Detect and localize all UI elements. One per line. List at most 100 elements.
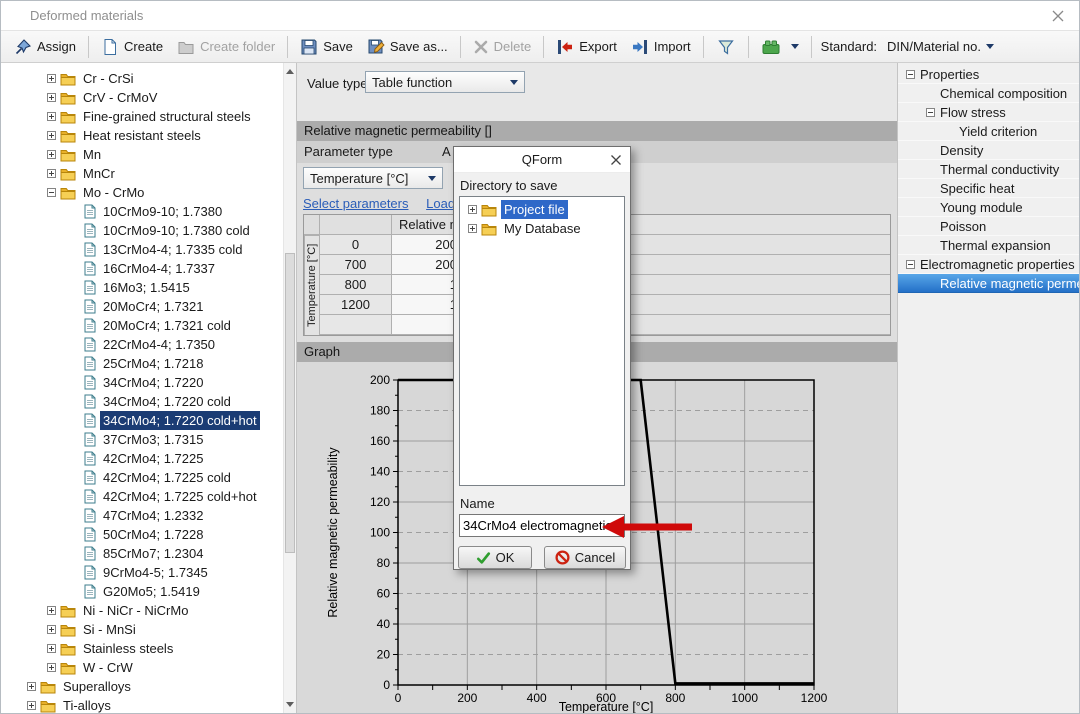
svg-text:80: 80 [377, 556, 391, 570]
tree-item-folder[interactable]: Heat resistant steels [1, 126, 296, 145]
create-folder-button[interactable]: Create folder [170, 35, 282, 59]
tree-item-material[interactable]: 42CrMo4; 1.7225 [1, 449, 296, 468]
expander-minus-icon[interactable] [906, 260, 915, 269]
property-item[interactable]: Chemical composition [898, 84, 1079, 103]
scroll-down-button[interactable] [284, 697, 296, 712]
expander-plus-icon[interactable] [47, 606, 56, 615]
save-button[interactable]: Save [293, 35, 360, 59]
property-item[interactable]: Electromagnetic properties [898, 255, 1079, 274]
table-cell-temperature[interactable]: 700 [320, 255, 392, 275]
scroll-up-button[interactable] [284, 64, 296, 79]
ok-button[interactable]: OK [458, 546, 532, 569]
tree-item-material[interactable]: 37CrMo3; 1.7315 [1, 430, 296, 449]
tree-item-folder[interactable]: W - CrW [1, 658, 296, 677]
parameter-dropdown[interactable]: Temperature [°C] [303, 167, 443, 189]
dialog-close-button[interactable] [610, 154, 622, 166]
tree-item-folder[interactable]: Superalloys [1, 677, 296, 696]
expander-plus-icon[interactable] [47, 625, 56, 634]
tree-item-folder[interactable]: Cr - CrSi [1, 69, 296, 88]
tree-item-material[interactable]: 34CrMo4; 1.7220 cold [1, 392, 296, 411]
tree-item-material[interactable]: 42CrMo4; 1.7225 cold+hot [1, 487, 296, 506]
tree-item-material[interactable]: 10CrMo9-10; 1.7380 cold [1, 221, 296, 240]
expander-minus-icon[interactable] [926, 108, 935, 117]
expander-plus-icon[interactable] [468, 205, 477, 214]
filter-button[interactable] [709, 34, 743, 60]
expander-plus-icon[interactable] [47, 131, 56, 140]
create-button[interactable]: Create [94, 35, 170, 59]
section-header: Relative magnetic permeability [] [297, 121, 897, 141]
tree-item-folder[interactable]: Ti-alloys [1, 696, 296, 713]
save-as-button[interactable]: Save as... [360, 35, 455, 59]
standard-dropdown[interactable]: DIN/Material no. [887, 39, 994, 54]
tree-item-material[interactable]: 25CrMo4; 1.7218 [1, 354, 296, 373]
expander-plus-icon[interactable] [47, 112, 56, 121]
tree-item-material[interactable]: 34CrMo4; 1.7220 [1, 373, 296, 392]
tree-item-material[interactable]: 22CrMo4-4; 1.7350 [1, 335, 296, 354]
tree-item-material[interactable]: 42CrMo4; 1.7225 cold [1, 468, 296, 487]
tree-item-material[interactable]: 47CrMo4; 1.2332 [1, 506, 296, 525]
assign-button[interactable]: Assign [7, 35, 83, 59]
import-button[interactable]: Import [624, 35, 698, 59]
tree-item-material[interactable]: G20Mo5; 1.5419 [1, 582, 296, 601]
tree-item-folder[interactable]: Si - MnSi [1, 620, 296, 639]
expander-plus-icon[interactable] [47, 74, 56, 83]
tree-item-material[interactable]: 34CrMo4; 1.7220 cold+hot [1, 411, 296, 430]
property-item[interactable]: Flow stress [898, 103, 1079, 122]
property-item[interactable]: Density [898, 141, 1079, 160]
tree-item-folder[interactable]: CrV - CrMoV [1, 88, 296, 107]
tree-item-folder[interactable]: Mo - CrMo [1, 183, 296, 202]
tree-item-material[interactable]: 20MoCr4; 1.7321 [1, 297, 296, 316]
table-cell-temperature[interactable]: 800 [320, 275, 392, 295]
directory-tree-item[interactable]: Project file [460, 200, 624, 219]
cancel-button[interactable]: Cancel [544, 546, 626, 569]
tree-item-folder[interactable]: Mn [1, 145, 296, 164]
database-button[interactable] [754, 35, 806, 59]
document-icon [84, 451, 96, 466]
table-cell-temperature[interactable]: 0 [320, 235, 392, 255]
table-cell-temperature[interactable] [320, 315, 392, 335]
tree-item-folder[interactable]: Ni - NiCr - NiCrMo [1, 601, 296, 620]
tree-item-material[interactable]: 10CrMo9-10; 1.7380 [1, 202, 296, 221]
property-item[interactable]: Thermal conductivity [898, 160, 1079, 179]
directory-tree-item[interactable]: My Database [460, 219, 624, 238]
tree-item-folder[interactable]: Stainless steels [1, 639, 296, 658]
tree-scrollbar[interactable] [283, 63, 296, 713]
property-item[interactable]: Properties [898, 65, 1079, 84]
tree-item-material[interactable]: 16Mo3; 1.5415 [1, 278, 296, 297]
property-item[interactable]: Relative magnetic permeability [898, 274, 1079, 293]
select-parameters-link[interactable]: Select parameters [303, 196, 409, 211]
scrollbar-thumb[interactable] [285, 253, 295, 553]
property-item[interactable]: Thermal expansion [898, 236, 1079, 255]
window-close-button[interactable] [1051, 9, 1065, 23]
svg-text:40: 40 [377, 617, 391, 631]
expander-minus-icon[interactable] [906, 70, 915, 79]
tree-item-folder[interactable]: MnCr [1, 164, 296, 183]
tree-item-folder[interactable]: Fine-grained structural steels [1, 107, 296, 126]
expander-plus-icon[interactable] [47, 93, 56, 102]
export-button[interactable]: Export [549, 35, 624, 59]
expander-plus-icon[interactable] [47, 169, 56, 178]
tree-item-material[interactable]: 9CrMo4-5; 1.7345 [1, 563, 296, 582]
value-type-dropdown[interactable]: Table function [365, 71, 525, 93]
property-item[interactable]: Specific heat [898, 179, 1079, 198]
create-label: Create [124, 39, 163, 54]
tree-item-material[interactable]: 20MoCr4; 1.7321 cold [1, 316, 296, 335]
tree-item-material[interactable]: 16CrMo4-4; 1.7337 [1, 259, 296, 278]
expander-plus-icon[interactable] [47, 150, 56, 159]
delete-button[interactable]: Delete [466, 36, 539, 58]
dialog-title: QForm [522, 152, 562, 167]
expander-plus-icon[interactable] [47, 663, 56, 672]
expander-minus-icon[interactable] [47, 188, 56, 197]
property-item[interactable]: Yield criterion [898, 122, 1079, 141]
tree-item-material[interactable]: 85CrMo7; 1.2304 [1, 544, 296, 563]
table-cell-temperature[interactable]: 1200 [320, 295, 392, 315]
expander-plus-icon[interactable] [27, 701, 36, 710]
property-item[interactable]: Poisson [898, 217, 1079, 236]
expander-plus-icon[interactable] [27, 682, 36, 691]
expander-plus-icon[interactable] [47, 644, 56, 653]
name-input[interactable] [459, 514, 625, 537]
tree-item-material[interactable]: 50CrMo4; 1.7228 [1, 525, 296, 544]
expander-plus-icon[interactable] [468, 224, 477, 233]
property-item[interactable]: Young module [898, 198, 1079, 217]
tree-item-material[interactable]: 13CrMo4-4; 1.7335 cold [1, 240, 296, 259]
